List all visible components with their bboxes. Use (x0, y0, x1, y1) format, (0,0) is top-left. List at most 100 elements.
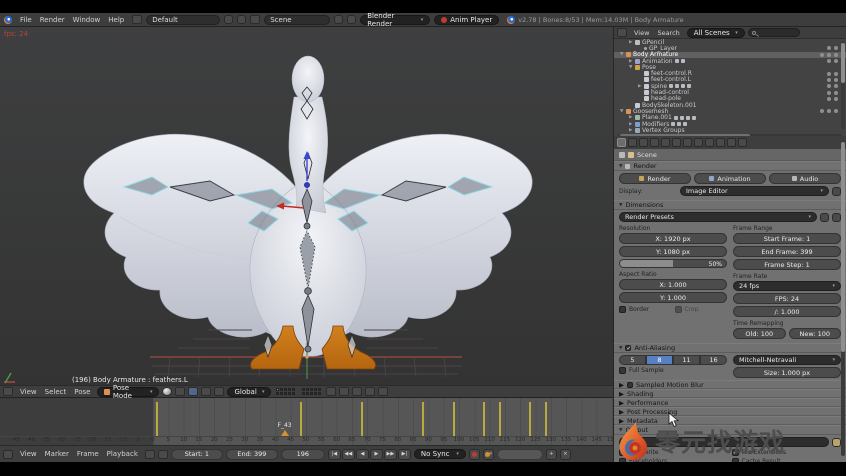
restrict-toggles[interactable] (827, 72, 838, 76)
layer-dot[interactable] (302, 388, 305, 391)
properties-tab-render-layers[interactable] (628, 138, 637, 147)
restrict-toggles[interactable] (827, 97, 838, 101)
layer-dot[interactable] (306, 392, 309, 395)
opengl-render-icon[interactable] (365, 387, 375, 396)
layer-dot[interactable] (306, 388, 309, 391)
delete-layout-button[interactable] (237, 15, 246, 24)
keyframe-line-98[interactable] (453, 402, 455, 436)
menu-playback[interactable]: Playback (103, 450, 142, 458)
full-sample-checkbox[interactable]: Full Sample (619, 367, 727, 374)
pivot-point-icon[interactable] (175, 387, 185, 396)
properties-tab-world[interactable] (650, 138, 659, 147)
end-frame-prop-field[interactable]: End Frame: 399 (733, 246, 841, 257)
layer-dot[interactable] (288, 392, 291, 395)
post-processing-panel-header[interactable]: ▶Post Processing (614, 407, 846, 416)
render-presets-selector[interactable]: Render Presets▾ (619, 212, 817, 222)
keyframe-line-123[interactable] (529, 402, 531, 436)
properties-tab-particles[interactable] (727, 138, 736, 147)
properties-tab-object[interactable] (661, 138, 670, 147)
properties-tab-render[interactable] (617, 138, 626, 147)
restrict-toggles[interactable] (827, 59, 838, 63)
timeline-marker[interactable] (281, 430, 289, 436)
screen-layout-icon[interactable] (132, 15, 142, 24)
jump-to-end-button[interactable]: ▶| (398, 449, 411, 460)
properties-tab-object-data[interactable] (694, 138, 703, 147)
restrict-toggles[interactable] (820, 109, 838, 113)
restrict-toggles[interactable] (820, 53, 838, 57)
frame-lock-icon[interactable] (158, 450, 168, 459)
frame-step-field[interactable]: Frame Step: 1 (733, 259, 841, 270)
menu-frame[interactable]: Frame (73, 450, 103, 458)
layer-dot[interactable] (284, 388, 287, 391)
scene-icon[interactable] (250, 15, 260, 24)
add-layout-button[interactable] (224, 15, 233, 24)
layer-dot[interactable] (288, 388, 291, 391)
menu-window[interactable]: Window (69, 16, 105, 24)
layer-dot[interactable] (280, 392, 283, 395)
performance-panel-header[interactable]: ▶Performance (614, 398, 846, 407)
sync-mode-selector[interactable]: No Sync▾ (414, 449, 466, 459)
properties-tab-material[interactable] (705, 138, 714, 147)
fps-field[interactable]: FPS: 24 (733, 293, 841, 304)
display-extra-button[interactable] (832, 187, 841, 196)
render-animation-button[interactable]: Animation (694, 173, 766, 184)
opengl-anim-icon[interactable] (378, 387, 388, 396)
aa-sample-8[interactable]: 8 (646, 355, 673, 365)
aa-sample-11[interactable]: 11 (673, 355, 700, 365)
keyframe-line-1[interactable] (156, 402, 158, 436)
layer-dot[interactable] (310, 388, 313, 391)
properties-tab-scene[interactable] (639, 138, 648, 147)
anim-player-button[interactable]: Anim Player (434, 15, 499, 25)
timeline-track[interactable]: -45-40-35-30-25-20-15-10-505101520253035… (0, 398, 613, 445)
snap-element-icon[interactable] (352, 387, 362, 396)
keyframe-line-68[interactable] (361, 402, 363, 436)
layers-widget[interactable] (276, 388, 295, 395)
render-panel-header[interactable]: ▼Render (614, 161, 846, 171)
resolution-y-field[interactable]: Y: 1080 px (619, 246, 727, 257)
outliner-editor-icon[interactable] (617, 28, 627, 37)
dimensions-panel-header[interactable]: ▼Dimensions (614, 200, 846, 210)
keying-set-field[interactable] (497, 449, 543, 460)
outliner-vscrollbar[interactable] (841, 41, 845, 129)
layer-dot[interactable] (314, 388, 317, 391)
aspect-x-field[interactable]: X: 1.000 (619, 279, 727, 290)
add-scene-button[interactable] (334, 15, 343, 24)
properties-tab-texture[interactable] (716, 138, 725, 147)
resolution-x-field[interactable]: X: 1920 px (619, 233, 727, 244)
restrict-toggles[interactable] (827, 91, 838, 95)
remap-old-field[interactable]: Old: 100 (733, 328, 786, 339)
delete-scene-button[interactable] (347, 15, 356, 24)
pin-icon[interactable] (619, 152, 625, 158)
blender-logo-icon[interactable] (4, 16, 12, 24)
menu-select[interactable]: Select (41, 388, 71, 396)
next-keyframe-button[interactable]: ▶▶ (384, 449, 397, 460)
aa-sample-5[interactable]: 5 (619, 355, 646, 365)
menu-view[interactable]: View (16, 388, 41, 396)
snap-magnet-icon[interactable] (339, 387, 349, 396)
keyframe-line-48[interactable] (300, 402, 302, 436)
keyframe-line-113[interactable] (499, 402, 501, 436)
render-button[interactable]: Render (619, 173, 691, 184)
layer-dot[interactable] (302, 392, 305, 395)
sampled-motion-blur-panel-header[interactable]: ▶Sampled Motion Blur (614, 380, 846, 389)
layer-dot[interactable] (314, 392, 317, 395)
remap-new-field[interactable]: New: 100 (789, 328, 842, 339)
aa-filter-selector[interactable]: Mitchell-Netravali▾ (733, 355, 841, 365)
scene-selector[interactable]: Scene (264, 15, 330, 25)
menu-pose[interactable]: Pose (70, 388, 94, 396)
layer-dot[interactable] (284, 392, 287, 395)
properties-tab-constraints[interactable] (672, 138, 681, 147)
layer-dot[interactable] (318, 392, 321, 395)
keyframe-line-128[interactable] (545, 402, 547, 436)
preview-range-icon[interactable] (145, 450, 155, 459)
viewport-3d[interactable]: fps: 24 (196) Body Armature : feathers.L (0, 27, 613, 385)
menu-search[interactable]: Search (653, 29, 683, 37)
antialiasing-panel-header[interactable]: ▼✓Anti-Aliasing (614, 343, 846, 353)
orientation-selector[interactable]: Global▾ (227, 387, 271, 397)
properties-vscrollbar[interactable] (841, 140, 845, 456)
outliner-item-vertex-groups[interactable]: ▶Vertex Groups (614, 127, 846, 133)
aspect-y-field[interactable]: Y: 1.000 (619, 292, 727, 303)
layer-dot[interactable] (280, 388, 283, 391)
menu-render[interactable]: Render (36, 16, 69, 24)
play-reverse-button[interactable]: ◀ (356, 449, 369, 460)
